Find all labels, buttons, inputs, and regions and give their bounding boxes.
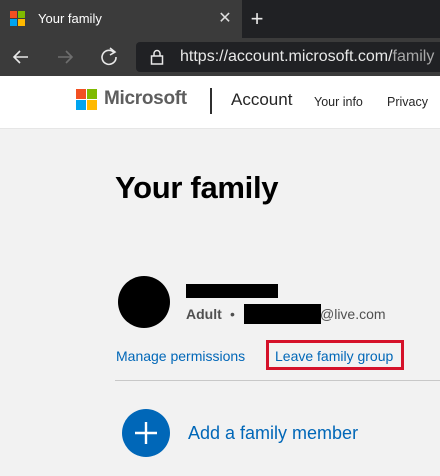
- add-member-link[interactable]: Add a family member: [188, 423, 358, 444]
- role-separator: •: [230, 306, 235, 322]
- close-tab-icon[interactable]: ✕: [214, 8, 236, 30]
- divider: [115, 380, 440, 381]
- back-arrow-icon[interactable]: [8, 44, 34, 70]
- plus-icon: [135, 422, 157, 444]
- browser-tab-bar: Your family ✕ +: [0, 0, 440, 38]
- header-divider: [210, 88, 212, 114]
- page-title: Your family: [115, 170, 279, 205]
- browser-nav-bar: https://account.microsoft.com/family: [0, 38, 440, 76]
- browser-tab[interactable]: Your family ✕: [0, 0, 242, 38]
- add-member-button[interactable]: [122, 409, 170, 457]
- microsoft-brand[interactable]: Microsoft: [104, 88, 187, 110]
- nav-privacy[interactable]: Privacy: [387, 95, 428, 109]
- account-title[interactable]: Account: [231, 90, 292, 110]
- url-rest: family: [392, 48, 435, 65]
- site-header: Microsoft Account Your info Privacy: [0, 76, 440, 129]
- redacted-member-name: [186, 284, 278, 298]
- manage-permissions-link[interactable]: Manage permissions: [116, 348, 245, 364]
- highlight-box: [266, 340, 404, 370]
- member-role: Adult: [186, 306, 222, 322]
- address-bar[interactable]: https://account.microsoft.com/family: [136, 42, 440, 72]
- refresh-icon[interactable]: [96, 44, 122, 70]
- microsoft-favicon-icon: [10, 11, 26, 27]
- member-avatar: [118, 276, 170, 328]
- redacted-email: [244, 304, 321, 324]
- email-suffix: @live.com: [320, 306, 386, 322]
- tab-title: Your family: [38, 11, 102, 26]
- new-tab-icon[interactable]: +: [246, 6, 268, 32]
- nav-your-info[interactable]: Your info: [314, 95, 363, 109]
- forward-arrow-icon[interactable]: [52, 44, 78, 70]
- lock-icon: [150, 49, 164, 65]
- microsoft-logo-icon[interactable]: [76, 89, 98, 111]
- url-main: https://account.microsoft.com/: [180, 48, 393, 65]
- url-text: https://account.microsoft.com/family: [180, 48, 434, 66]
